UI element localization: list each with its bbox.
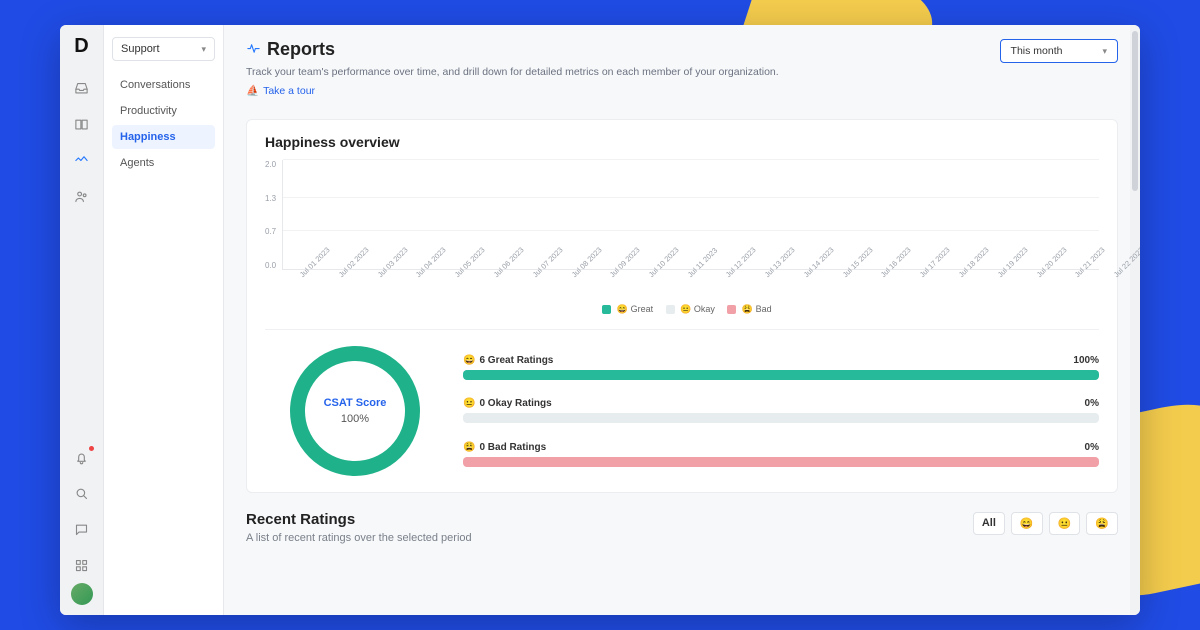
csat-donut: CSAT Score 100%: [290, 346, 420, 476]
avatar[interactable]: [71, 583, 93, 605]
scrollbar[interactable]: [1130, 25, 1140, 615]
nav-conversations[interactable]: Conversations: [112, 73, 215, 97]
emoji-bad-icon: 😩: [742, 304, 753, 314]
rating-great-pct: 100%: [1073, 355, 1099, 366]
recent-ratings-section: Recent Ratings A list of recent ratings …: [246, 511, 1118, 544]
app-window: D Support ▾ Conver: [60, 25, 1140, 615]
filter-all[interactable]: All: [973, 512, 1005, 535]
notifications-icon[interactable]: [68, 443, 96, 471]
page-title: Reports: [267, 39, 335, 60]
rating-row-okay: 😐0 Okay Ratings 0%: [463, 398, 1099, 423]
rating-okay-pct: 0%: [1085, 398, 1099, 409]
period-label: This month: [1011, 45, 1063, 57]
legend-swatch-okay: [666, 305, 675, 314]
csat-value: 100%: [341, 413, 369, 425]
emoji-bad-icon: 😩: [463, 442, 475, 453]
rating-row-bad: 😩0 Bad Ratings 0%: [463, 442, 1099, 467]
rating-filter-group: All 😄 😐 😩: [973, 512, 1118, 535]
chart-x-tick: Jul 22 2023: [1109, 243, 1140, 290]
contacts-icon[interactable]: [68, 182, 96, 210]
chat-icon[interactable]: [68, 515, 96, 543]
workspace-select[interactable]: Support ▾: [112, 37, 215, 61]
take-tour-link[interactable]: ⛵ Take a tour: [246, 84, 315, 97]
legend-swatch-bad: [727, 305, 736, 314]
book-icon[interactable]: [68, 110, 96, 138]
workspace-label: Support: [121, 43, 160, 55]
nav-productivity[interactable]: Productivity: [112, 99, 215, 123]
happiness-overview-card: Happiness overview 2.01.30.70.0 Jul 01 2…: [246, 119, 1118, 493]
legend-swatch-great: [602, 305, 611, 314]
emoji-great-icon: 😄: [617, 304, 628, 314]
nav-happiness[interactable]: Happiness: [112, 125, 215, 149]
chart-legend: 😄 Great 😐 Okay 😩 Bad: [265, 304, 1099, 315]
nav-rail: D: [60, 25, 104, 615]
rating-bad-pct: 0%: [1085, 442, 1099, 453]
overview-title: Happiness overview: [265, 134, 1099, 150]
pulse-icon: [246, 41, 261, 59]
chevron-down-icon: ▾: [1102, 46, 1107, 57]
inbox-icon[interactable]: [68, 74, 96, 102]
chart-x-axis: Jul 01 2023Jul 02 2023Jul 03 2023Jul 04 …: [295, 270, 1099, 298]
emoji-okay-icon: 😐: [463, 398, 475, 409]
search-icon[interactable]: [68, 479, 96, 507]
rating-bar-great: [463, 370, 1099, 380]
rating-bar-okay: [463, 413, 1099, 423]
sidebar: Support ▾ Conversations Productivity Hap…: [104, 25, 224, 615]
apps-icon[interactable]: [68, 551, 96, 579]
logo: D: [74, 35, 88, 58]
emoji-bad-icon: 😩: [1095, 518, 1109, 530]
reports-icon[interactable]: [68, 146, 96, 174]
nav-agents[interactable]: Agents: [112, 151, 215, 175]
period-select[interactable]: This month ▾: [1000, 39, 1118, 63]
filter-okay[interactable]: 😐: [1049, 512, 1081, 535]
main: Reports Track your team's performance ov…: [224, 25, 1140, 615]
emoji-okay-icon: 😐: [1058, 518, 1072, 530]
chart-y-axis: 2.01.30.70.0: [265, 160, 282, 270]
csat-label: CSAT Score: [324, 397, 387, 409]
filter-bad[interactable]: 😩: [1086, 512, 1118, 535]
chevron-down-icon: ▾: [201, 44, 206, 55]
ratings-breakdown: CSAT Score 100% 😄6 Great Ratings 100%: [265, 329, 1099, 476]
emoji-great-icon: 😄: [1020, 518, 1034, 530]
emoji-okay-icon: 😐: [680, 304, 691, 314]
filter-great[interactable]: 😄: [1011, 512, 1043, 535]
emoji-great-icon: 😄: [463, 355, 475, 366]
rating-bar-bad: [463, 457, 1099, 467]
boat-icon: ⛵: [246, 84, 259, 97]
page-subtitle: Track your team's performance over time,…: [246, 66, 779, 78]
page-header: Reports Track your team's performance ov…: [224, 25, 1140, 107]
rating-row-great: 😄6 Great Ratings 100%: [463, 355, 1099, 380]
